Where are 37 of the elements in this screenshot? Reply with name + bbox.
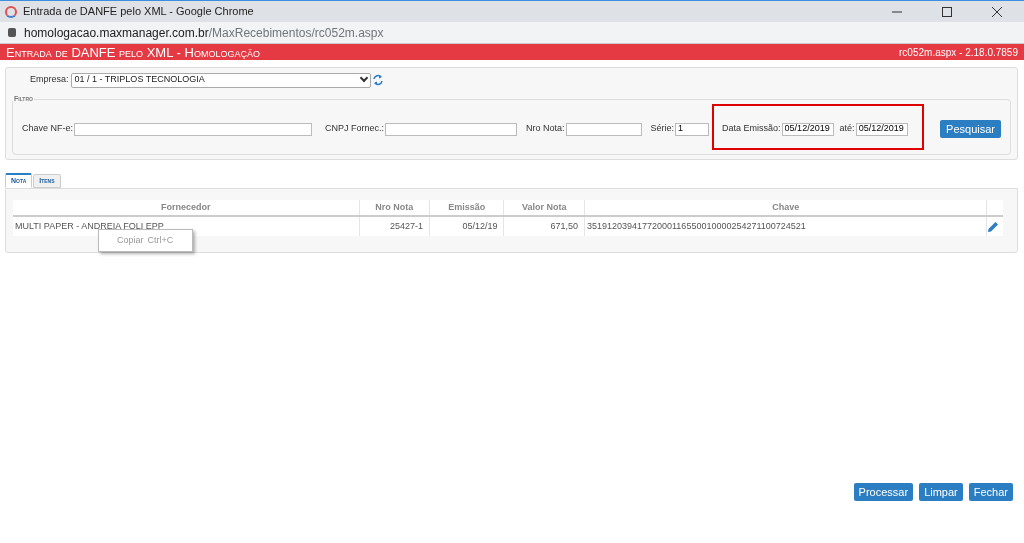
version-text: rc052m.aspx - 2.18.0.7859 <box>899 45 1018 60</box>
table-cell: 671,50 <box>503 216 585 236</box>
column-header: Chave <box>584 200 987 216</box>
company-dropdown[interactable]: 01 / 1 - TRIPLOS TECNOLOGIA <box>70 72 371 88</box>
input-field[interactable] <box>74 122 313 136</box>
window-title: Entrada de DANFE pelo XML - Google Chrome <box>23 4 255 20</box>
table-cell: 35191203941772000116550010000254271100724521 <box>584 216 987 236</box>
column-header: Fornecedor <box>13 200 360 216</box>
field-label: Série: <box>650 122 675 136</box>
table-cell: 05/12/19 <box>429 216 504 236</box>
search-button[interactable]: Pesquisar <box>940 120 1001 138</box>
field-label: Data Emissão: <box>722 122 781 136</box>
url-text: homologacao.maxmanager.com.br/MaxRecebimentos/rc052m.aspx <box>24 24 384 42</box>
table-cell: 25427-1 <box>359 216 430 236</box>
input-field[interactable] <box>385 122 518 136</box>
refresh-icon[interactable] <box>372 74 383 86</box>
page-title: Entrada de DANFE pelo XML - Homologação <box>6 45 260 59</box>
field-label: CNPJ Fornec.: <box>325 122 385 136</box>
action-button[interactable]: Fechar <box>968 483 1013 501</box>
field-label: Empresa: <box>30 73 69 87</box>
input-field[interactable]: 05/12/2019 <box>781 122 834 136</box>
input-field[interactable]: 1 <box>675 122 710 136</box>
lock-icon <box>8 28 16 37</box>
close-icon <box>991 5 1003 18</box>
input-field[interactable] <box>565 122 642 136</box>
field-label: Nro Nota: <box>526 122 565 136</box>
action-button[interactable]: Limpar <box>919 483 963 501</box>
column-header: Emissão <box>429 200 504 216</box>
field-label: Chave NF-e: <box>22 122 74 136</box>
app-logo-icon <box>5 5 17 18</box>
column-header: Nro Nota <box>359 200 430 216</box>
column-header: Valor Nota <box>503 200 585 216</box>
action-button[interactable]: Processar <box>853 483 914 501</box>
input-field[interactable]: 05/12/2019 <box>855 122 908 136</box>
field-label: até: <box>839 122 855 136</box>
maximize-icon <box>941 5 953 18</box>
pencil-icon[interactable] <box>987 220 1000 233</box>
